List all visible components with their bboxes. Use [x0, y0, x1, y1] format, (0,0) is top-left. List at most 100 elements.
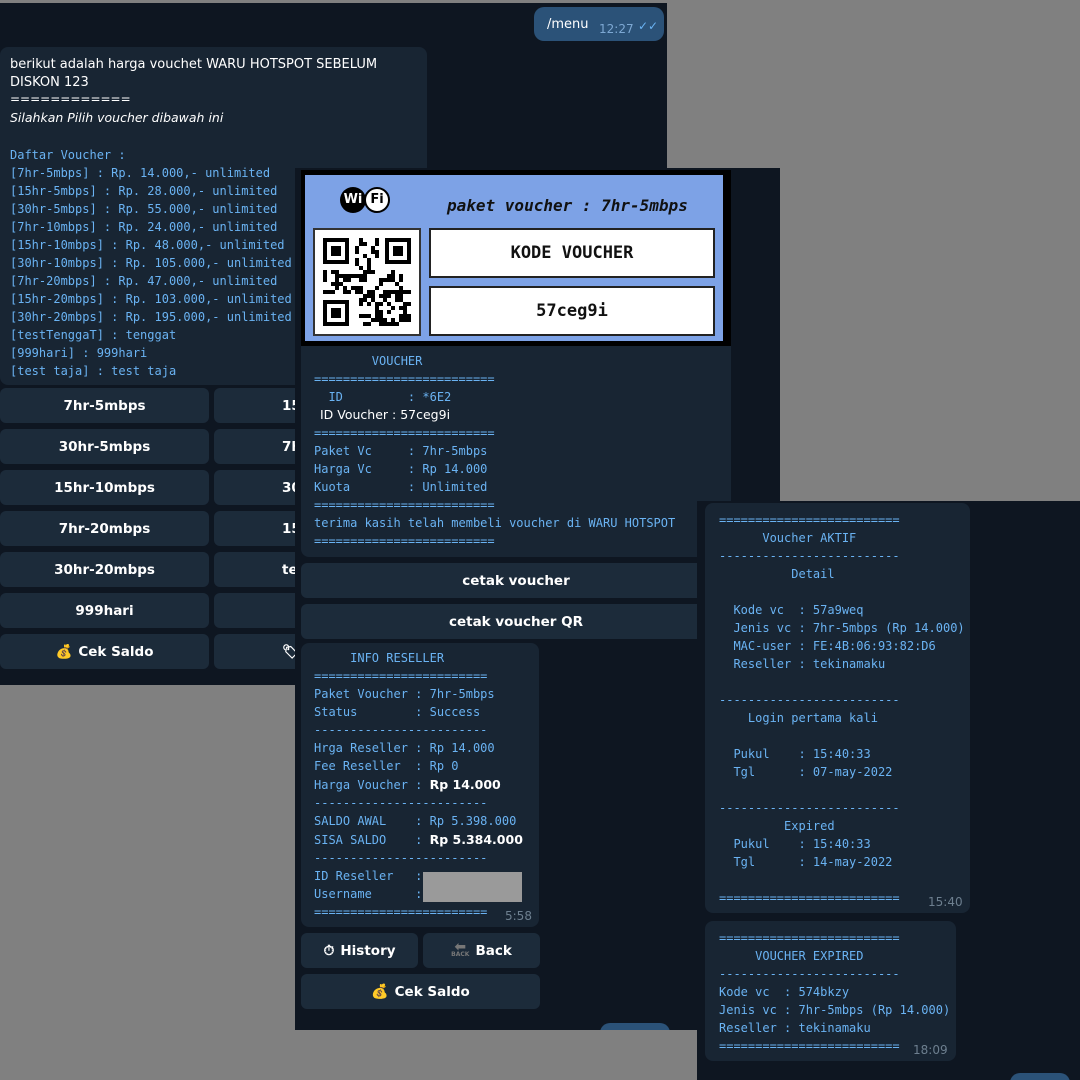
message-time: 18:09	[913, 1043, 948, 1057]
message-line: Voucher AKTIF	[719, 531, 857, 545]
message-line: VOUCHER EXPIRED	[719, 949, 864, 963]
keyboard-button-label: 30hr-20mbps	[54, 561, 155, 578]
redacted-box	[423, 872, 522, 902]
fee-reseller-line: Fee Reseller : Rp 0	[314, 759, 459, 773]
harga-voucher-label: Harga Voucher :	[314, 778, 430, 792]
voucher-id-line: ID : *6E2	[314, 390, 452, 404]
voucher-expired-message: ========================= VOUCHER EXPIRE…	[705, 921, 956, 1061]
harga-voucher-value: Rp 14.000	[429, 777, 501, 792]
back-button[interactable]: ⬅ BACK Back	[423, 933, 540, 968]
voucher-list: [7hr-5mbps] : Rp. 14.000,- unlimited [15h…	[10, 164, 292, 380]
voucher-list-item: [30hr-5mbps] : Rp. 55.000,- unlimited	[10, 202, 278, 216]
saldo-awal-line: SALDO AWAL : Rp 5.398.000	[314, 814, 517, 828]
cek-saldo-button[interactable]: 💰 Cek Saldo	[301, 974, 540, 1009]
voucher-list-title: Daftar Voucher :	[10, 148, 126, 162]
keyboard-button[interactable]: 15hr-10mbps	[0, 470, 209, 505]
voucher-list-item: [test taja] : test taja	[10, 364, 177, 378]
cetak-voucher-qr-button[interactable]: cetak voucher QR	[301, 604, 731, 639]
voucher-list-item: [30hr-10mbps] : Rp. 105.000,- unlimited	[10, 256, 292, 270]
message-line: Kode vc : 574bkzy	[719, 985, 850, 999]
message-line: -------------------------	[719, 549, 900, 563]
message-line: Detail	[719, 567, 835, 581]
wifi-logo: Wi Fi	[340, 187, 390, 213]
message-line: =========================	[719, 931, 900, 945]
message-line: -------------------------	[719, 967, 900, 981]
voucher-info-message: VOUCHER ========================= ID : *…	[301, 346, 731, 557]
partial-bubble	[1010, 1073, 1070, 1080]
sisa-saldo-label: SISA SALDO :	[314, 833, 430, 847]
kode-voucher-label: KODE VOUCHER	[510, 243, 634, 263]
keyboard-button[interactable]: 999hari	[0, 593, 209, 628]
voucher-list-item: [999hari] : 999hari	[10, 346, 148, 360]
qr-code	[313, 228, 421, 336]
voucher-list-item: [15hr-10mbps] : Rp. 48.000,- unlimited	[10, 238, 285, 252]
voucher-list-item: [30hr-20mbps] : Rp. 195.000,- unlimited	[10, 310, 292, 324]
paket-line: Paket Vc : 7hr-5mbps	[314, 444, 488, 458]
message-line: Expired	[719, 819, 835, 833]
keyboard-button[interactable]: 💰 Cek Saldo	[0, 634, 209, 669]
menu-subtitle: Silahkan Pilih voucher dibawah ini	[10, 110, 224, 125]
user-message-text: /menu	[547, 17, 589, 32]
back-arrow-icon: ⬅ BACK	[451, 938, 470, 958]
message-line: -------------------------	[719, 693, 900, 707]
keyboard-button[interactable]: 7hr-5mbps	[0, 388, 209, 423]
message-time: 5:58	[505, 909, 532, 923]
message-line: Login pertama kali	[719, 711, 878, 725]
voucher-list-item: [7hr-5mbps] : Rp. 14.000,- unlimited	[10, 166, 271, 180]
keyboard-button[interactable]: 30hr-5mbps	[0, 429, 209, 464]
money-bag-icon: 💰	[55, 643, 73, 660]
voucher-list-item: [testTenggaT] : tenggat	[10, 328, 177, 342]
message-line	[719, 727, 965, 745]
separator: =========================	[314, 534, 495, 548]
separator: =========================	[314, 426, 495, 440]
message-line: Pukul : 15:40:33	[719, 837, 871, 851]
voucher-aktif-message: ========================= Voucher AKTIF -…	[705, 503, 970, 913]
stopwatch-icon: ⏱	[323, 942, 335, 959]
info-reseller-message: INFO RESELLER ======================== P…	[301, 643, 539, 927]
menu-header: berikut adalah harga vouchet WARU HOTSPO…	[10, 57, 378, 90]
hrga-reseller-line: Hrga Reseller : Rp 14.000	[314, 741, 495, 755]
keyboard-button-label: 7hr-20mbps	[58, 520, 151, 537]
partial-bubble	[600, 1023, 670, 1030]
keyboard-button-label: Cek Saldo	[78, 643, 154, 660]
voucher-list-item: [7hr-20mbps] : Rp. 47.000,- unlimited	[10, 274, 278, 288]
paket-voucher-line: Paket Voucher : 7hr-5mbps	[314, 687, 495, 701]
message-line	[719, 871, 965, 889]
voucher-list-item: [15hr-5mbps] : Rp. 28.000,- unlimited	[10, 184, 278, 198]
kode-voucher-label-box: KODE VOUCHER	[429, 228, 715, 278]
history-label: History	[340, 942, 396, 959]
history-button[interactable]: ⏱ History	[301, 933, 418, 968]
voucher-list-item: [15hr-20mbps] : Rp. 103.000,- unlimited	[10, 292, 292, 306]
keyboard-button-label: 15hr-10mbps	[54, 479, 155, 496]
message-line: Pukul : 15:40:33	[719, 747, 871, 761]
message-line: Jenis vc : 7hr-5mbps (Rp 14.000)	[719, 1003, 951, 1017]
keyboard-button[interactable]: 30hr-20mbps	[0, 552, 209, 587]
message-line	[719, 583, 965, 601]
voucher-code-box: 57ceg9i	[429, 286, 715, 336]
keyboard-button-label: 999hari	[75, 602, 134, 619]
voucher-list-item: [7hr-10mbps] : Rp. 24.000,- unlimited	[10, 220, 278, 234]
harga-line: Harga Vc : Rp 14.000	[314, 462, 488, 476]
chat-panel-3: ========================= Voucher AKTIF -…	[697, 501, 1080, 1080]
keyboard-button[interactable]: 7hr-20mbps	[0, 511, 209, 546]
message-line: Reseller : tekinamaku	[719, 657, 886, 671]
back-label: Back	[475, 942, 512, 959]
separator: ------------------------	[314, 851, 488, 865]
message-line: Kode vc : 57a9weq	[719, 603, 864, 617]
reseller-heading: INFO RESELLER	[314, 651, 445, 665]
message-line: =========================	[719, 513, 900, 527]
cetak-voucher-button[interactable]: cetak voucher	[301, 563, 731, 598]
voucher-card: Wi Fi paket voucher : 7hr-5mbps KODE VOU…	[301, 170, 731, 346]
keyboard-button-label: 30hr-5mbps	[58, 438, 151, 455]
status-line: Status : Success	[314, 705, 481, 719]
cetak-voucher-qr-label: cetak voucher QR	[448, 613, 584, 630]
voucher-id-value: ID Voucher : 57ceg9i	[320, 407, 451, 422]
money-bag-icon: 💰	[371, 983, 389, 1000]
message-line: -------------------------	[719, 801, 900, 815]
message-time: 12:27	[599, 22, 634, 36]
message-line: Tgl : 07-may-2022	[719, 765, 893, 779]
message-line	[719, 673, 965, 691]
message-line: Jenis vc : 7hr-5mbps (Rp 14.000)	[719, 621, 965, 635]
message-line: Reseller : tekinamaku	[719, 1021, 871, 1035]
back-icon-text: BACK	[451, 950, 470, 958]
